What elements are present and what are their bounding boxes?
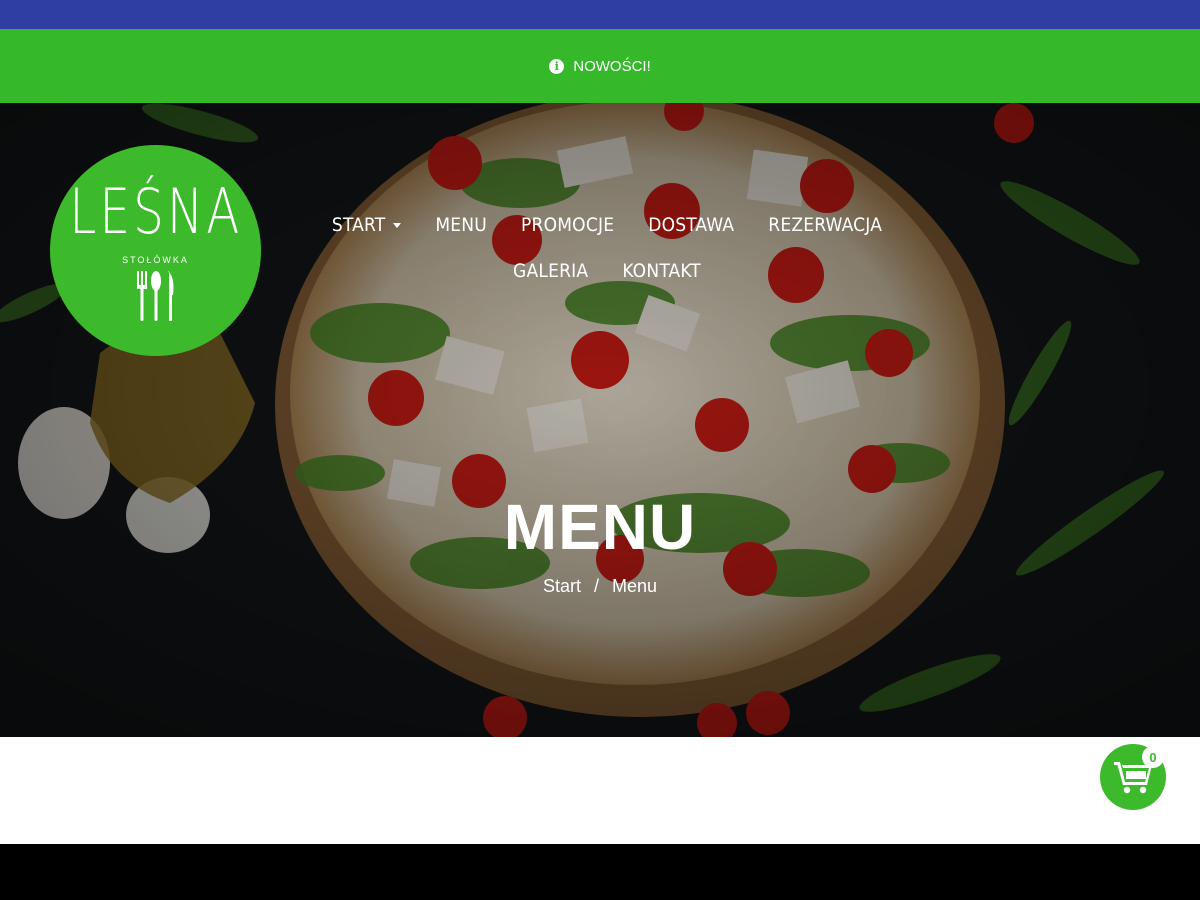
news-banner[interactable]: i NOWOŚCI!: [0, 29, 1200, 103]
nav-item-promocje[interactable]: PROMOCJE: [521, 214, 614, 236]
cutlery-icon: [136, 271, 173, 321]
footer-bar: [0, 844, 1200, 900]
nav-item-start[interactable]: START: [332, 214, 402, 236]
page-title: MENU: [503, 491, 697, 563]
info-icon: i: [549, 58, 565, 74]
logo-brand: LEŚNA: [68, 175, 243, 248]
nav-item-dostawa[interactable]: DOSTAWA: [648, 214, 734, 236]
nav-item-menu[interactable]: MENU: [435, 214, 487, 236]
logo-subtitle: STOŁÓWKA: [122, 255, 189, 265]
nav-item-kontakt[interactable]: KONTAKT: [622, 260, 701, 282]
main-navigation: START MENU PROMOCJE DOSTAWA REZERWACJA G…: [312, 206, 902, 290]
breadcrumb-current: Menu: [612, 576, 658, 596]
breadcrumb-home-link[interactable]: Start: [543, 576, 581, 596]
breadcrumb: Start / Menu: [0, 576, 1200, 597]
nav-item-galeria[interactable]: GALERIA: [513, 260, 588, 282]
top-bar: [0, 0, 1200, 29]
chevron-down-icon: [393, 222, 402, 228]
breadcrumb-separator: /: [593, 576, 599, 596]
cart-count-badge: 0: [1142, 746, 1164, 768]
site-logo[interactable]: LEŚNA STOŁÓWKA: [50, 145, 261, 356]
cart-button[interactable]: 0: [1100, 744, 1166, 810]
content-area: [0, 737, 1200, 844]
nav-item-rezerwacja[interactable]: REZERWACJA: [768, 214, 882, 236]
news-banner-label: NOWOŚCI!: [573, 57, 651, 75]
